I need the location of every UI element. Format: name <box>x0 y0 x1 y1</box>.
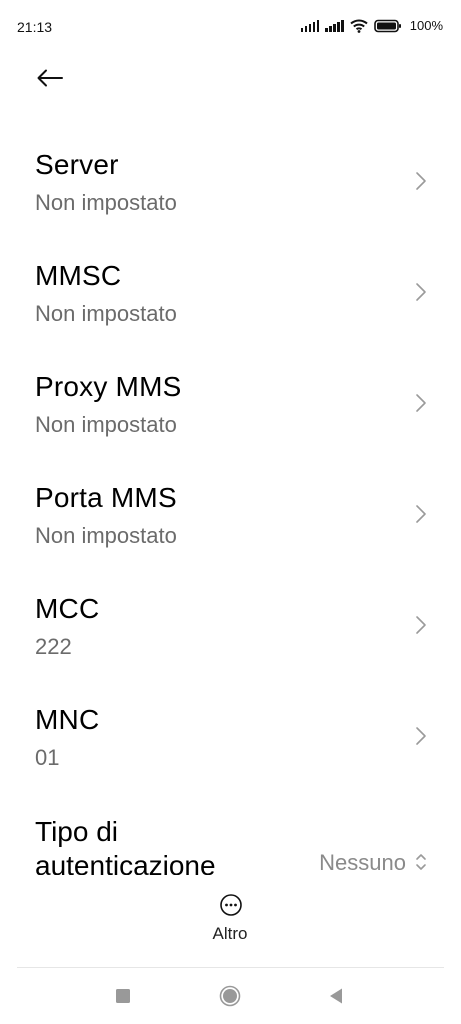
setting-value: Non impostato <box>35 301 177 326</box>
chevron-right-icon <box>416 727 426 745</box>
home-icon <box>219 985 241 1007</box>
recents-button[interactable] <box>105 980 141 1012</box>
status-time: 21:13 <box>17 19 53 35</box>
chevron-right-icon <box>416 394 426 412</box>
auth-type-value: Nessuno <box>319 850 406 875</box>
setting-row-auth-type[interactable]: Tipo di autenticazione Nessuno <box>0 797 461 875</box>
setting-value: Non impostato <box>35 190 177 215</box>
more-button[interactable]: Altro <box>190 891 270 951</box>
system-nav-bar <box>0 968 461 1024</box>
back-arrow-icon <box>37 69 63 87</box>
chevron-right-icon <box>416 505 426 523</box>
battery-icon <box>373 19 401 32</box>
setting-value: Non impostato <box>35 412 177 437</box>
setting-row-mmsc[interactable]: MMSC Non impostato <box>0 242 461 353</box>
setting-row-mcc[interactable]: MCC 222 <box>0 575 461 686</box>
setting-value: 222 <box>35 634 72 659</box>
signal-icon <box>300 19 320 32</box>
setting-value: 01 <box>35 745 60 770</box>
setting-title: Tipo di autenticazione <box>35 816 216 875</box>
status-bar: 21:13 100% <box>0 0 461 54</box>
setting-row-proxy-mms[interactable]: Proxy MMS Non impostato <box>0 353 461 464</box>
setting-title: Porta MMS <box>35 482 177 513</box>
recents-icon <box>116 989 130 1003</box>
nav-back-button[interactable] <box>318 980 354 1012</box>
setting-row-mnc[interactable]: MNC 01 <box>0 686 461 797</box>
setting-value: Non impostato <box>35 523 177 548</box>
back-icon <box>330 988 342 1004</box>
setting-title: Proxy MMS <box>35 371 182 402</box>
more-icon <box>220 894 242 916</box>
setting-row-porta-mms[interactable]: Porta MMS Non impostato <box>0 464 461 575</box>
setting-title: MNC <box>35 704 100 735</box>
updown-chevron-icon <box>416 854 426 870</box>
battery-percent: 100% <box>409 18 443 33</box>
setting-row-server[interactable]: Server Non impostato <box>0 131 461 242</box>
more-label: Altro <box>212 924 248 943</box>
bottom-action-bar: Altro <box>0 875 461 967</box>
wifi-icon <box>350 19 368 33</box>
back-button[interactable] <box>30 60 70 96</box>
status-icons: 100% <box>300 18 443 33</box>
apn-settings-list: Server Non impostato MMSC Non impostato … <box>0 131 461 875</box>
home-button[interactable] <box>212 980 248 1012</box>
chevron-right-icon <box>416 283 426 301</box>
setting-title: MCC <box>35 593 100 624</box>
chevron-right-icon <box>416 616 426 634</box>
setting-title: MMSC <box>35 260 122 291</box>
chevron-right-icon <box>416 172 426 190</box>
setting-title: Server <box>35 149 119 180</box>
signal-icon <box>325 19 344 32</box>
